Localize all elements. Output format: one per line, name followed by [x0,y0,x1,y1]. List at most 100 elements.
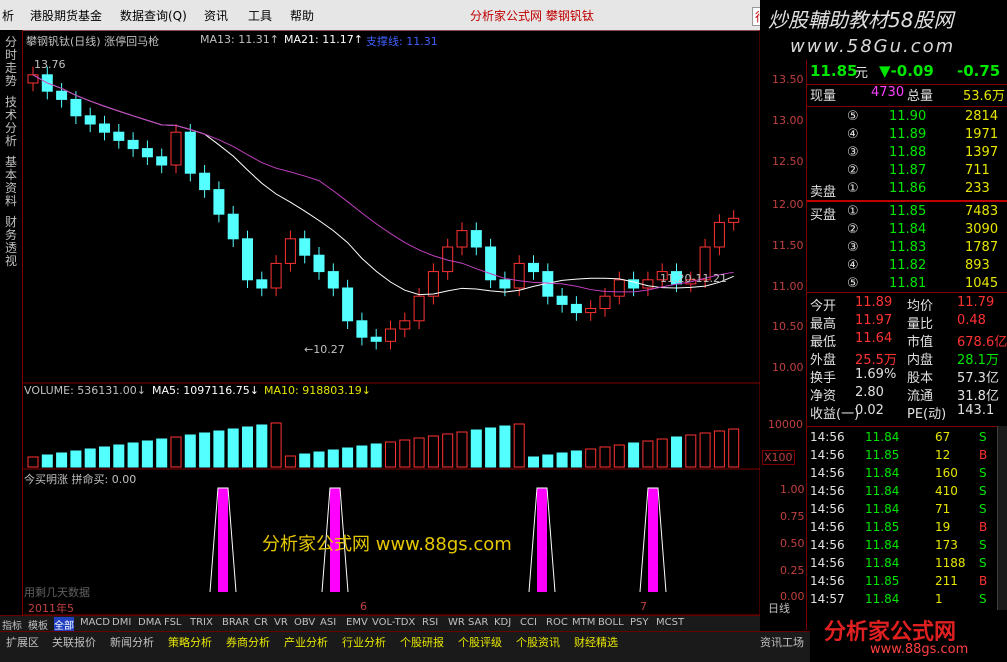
tick-price: 11.84 [865,556,900,570]
stat-value: 143.1 [957,403,995,418]
indicator-tab-dmi[interactable]: DMI [112,617,131,628]
indicator-tab-voltdx[interactable]: VOL-TDX [372,617,415,628]
stat-key: 换手 [810,371,837,386]
menu-help[interactable]: 帮助 [290,7,314,24]
tick-row: 14:57 11.84 1 S [807,591,997,609]
tab-intraday[interactable]: 分时走势 [3,36,19,88]
indicator-tab-emv[interactable]: EMV [346,617,368,628]
volume-bar [213,430,225,468]
stat-value: 11.97 [855,313,893,328]
stat-key: 流通 [907,389,934,404]
tab-fundamentals[interactable]: 基本资料 [3,156,19,208]
indicator-tab-cr[interactable]: CR [254,617,268,628]
indicator-tab-mtm[interactable]: MTM [572,617,595,628]
menu-tools[interactable]: 工具 [248,7,272,24]
bottom-tab[interactable]: 策略分析 [168,634,212,650]
volume-bar [141,440,153,468]
date-label: 6 [360,600,367,613]
tick-row: 14:56 11.84 160 S [807,465,997,483]
bottom-tab[interactable]: 产业分析 [284,634,328,650]
menu-news[interactable]: 资讯 [204,7,228,24]
tick-scrollbar[interactable] [997,426,1007,610]
tick-side: S [979,484,987,498]
indicator-tab-fsl[interactable]: FSL [164,617,182,628]
indicator-tab-brar[interactable]: BRAR [222,617,249,628]
candle [70,98,82,117]
bottom-tab[interactable]: 扩展区 [6,634,39,650]
tick-time: 14:56 [810,538,845,552]
bottom-tab[interactable]: 新闻分析 [110,634,154,650]
indicator-bar: 指标 模板 全部 MACD DMI DMA FSL TRIX BRAR CR VR OBV ASI EMV… [0,615,760,632]
candle [556,295,568,305]
indicator-tab-macd[interactable]: MACD [80,617,110,628]
menu-hk-futures-funds[interactable]: 港股期货基金 [30,7,102,24]
indicator-tab-rsi[interactable]: RSI [422,617,438,628]
indicator-tab-roc[interactable]: ROC [546,617,568,628]
buy-label: 买盘 [810,208,837,223]
indicator-tab-[interactable]: 指标 [2,617,22,632]
volume-bar [156,438,168,468]
tick-time: 14:56 [810,448,845,462]
indicator-tab-[interactable]: 模板 [28,617,48,632]
signal-bar [537,488,547,592]
sig-y-tick: 0.25 [780,564,805,577]
period-label[interactable]: 日线 [768,600,790,616]
indicator-tab-wr[interactable]: WR [448,617,465,628]
bid-volume: 1787 [965,240,999,255]
vol-unit[interactable]: X100 [762,450,795,465]
tab-technical[interactable]: 技术分析 [3,96,19,148]
ask-volume: 2814 [965,109,999,124]
bottom-tab[interactable]: 行业分析 [342,634,386,650]
volume-bar [413,437,425,468]
volume-bar [499,425,511,468]
stat-value: 11.64 [855,331,893,346]
stat-key: 股本 [907,371,934,386]
indicator-tab-kdj[interactable]: KDJ [494,617,511,628]
stat-value: 11.79 [957,295,995,310]
vol-y-tick: 10000 [768,418,803,431]
ask-level: ④ [847,127,859,142]
menu-data-query[interactable]: 数据查询(Q) [120,7,187,24]
tab-financials[interactable]: 财务透视 [3,216,19,268]
indicator-tab-mcst[interactable]: MCST [656,617,684,628]
tick-volume: 1188 [935,556,966,570]
indicator-tab-trix[interactable]: TRIX [190,617,213,628]
indicator-tab-vr[interactable]: VR [274,617,288,628]
bottom-tab[interactable]: 个股评级 [458,634,502,650]
tick-side: S [979,466,987,480]
chart-area[interactable] [22,30,760,615]
price-change: ▼-0.09 [879,62,934,80]
total-vol-label: 总量 [907,89,934,104]
indicator-tab-[interactable]: 全部 [54,617,74,632]
bottom-tab[interactable]: 个股资讯 [516,634,560,650]
volume-bar [41,454,53,468]
candle [213,189,225,215]
indicator-tab-asi[interactable]: ASI [320,617,336,628]
bid-price: 11.85 [889,204,927,219]
bottom-tab[interactable]: 个股研报 [400,634,444,650]
indicator-tab-boll[interactable]: BOLL [598,617,624,628]
bottom-tab[interactable]: 券商分析 [226,634,270,650]
indicator-tab-dma[interactable]: DMA [138,617,161,628]
bid-row: 买盘 ① 11.85 7483 [807,204,1007,223]
volume-bar [27,456,39,468]
bottom-tab[interactable]: 关联报价 [52,634,96,650]
current-price: 11.85 [810,62,858,80]
bottom-tab[interactable]: 财经精选 [574,634,618,650]
info-workshop[interactable]: 资讯工场 [760,634,804,650]
volume-bar [342,447,354,468]
indicator-tab-cci[interactable]: CCI [520,617,537,628]
tick-list[interactable]: 14:56 11.84 67 S 14:56 11.85 12 B 14:56 11.84 160 S… [807,426,997,611]
indicator-tab-psy[interactable]: PSY [630,617,649,628]
tick-side: S [979,502,987,516]
menu-analysis[interactable]: 析 [2,7,14,24]
volume-bar [556,452,568,468]
candle [284,238,296,264]
stat-value: 0.48 [957,313,986,328]
indicator-tab-sar[interactable]: SAR [468,617,488,628]
indicator-tab-obv[interactable]: OBV [294,617,315,628]
stat-value: 57.3亿 [957,371,999,386]
vol-ma10-label: MA10: 918803.19↓ [264,384,371,397]
volume-label: VOLUME: 536131.00↓ [24,384,146,397]
volume-bar [99,446,110,468]
